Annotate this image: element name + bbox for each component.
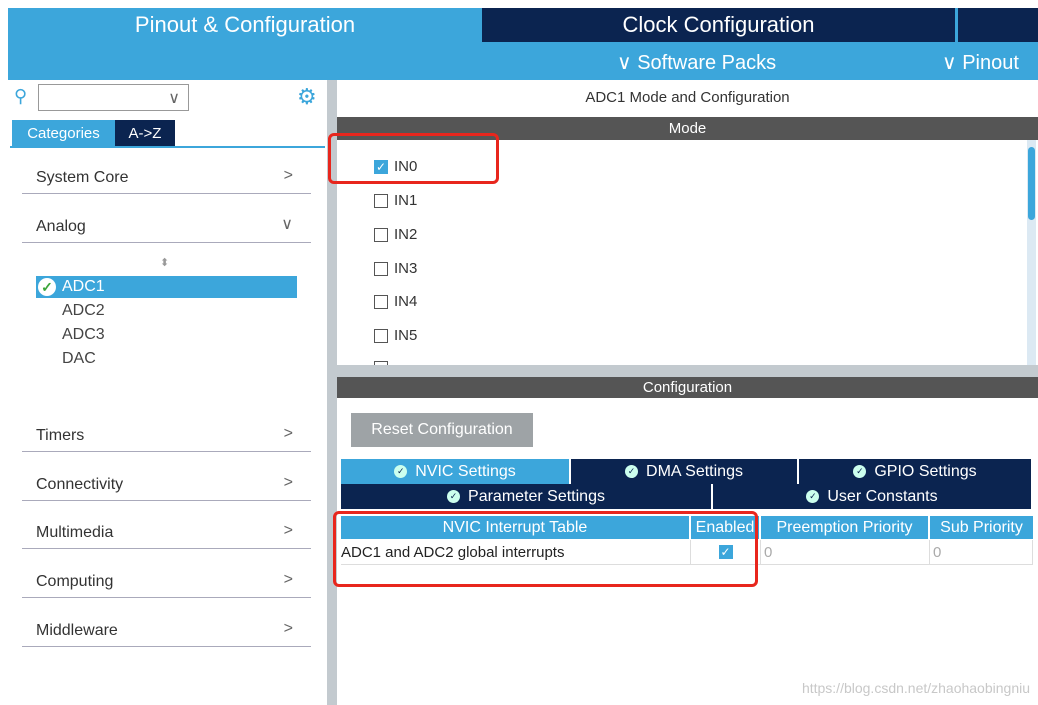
cell-preemption-priority[interactable]: 0 [761, 540, 930, 565]
tab-a-z[interactable]: A->Z [115, 120, 175, 146]
category-multimedia[interactable]: Multimedia > [22, 509, 311, 549]
chevron-right-icon: > [283, 425, 293, 442]
pinout-label: Pinout [962, 52, 1019, 74]
item-label: IN3 [394, 260, 418, 277]
checkbox-icon[interactable] [374, 228, 388, 243]
check-circle-icon: ✓ [38, 278, 56, 296]
chevron-down-icon: ∨ [617, 52, 632, 74]
section-splitter[interactable] [337, 365, 1038, 377]
item-label: IN4 [394, 293, 418, 310]
column-header-sub-priority[interactable]: Sub Priority [930, 516, 1033, 539]
search-icon: ⚲ [14, 86, 28, 106]
category-label: Analog [36, 218, 86, 235]
software-packs-menu[interactable]: ∨ Software Packs [617, 50, 776, 75]
chevron-down-icon: ∨ [168, 90, 180, 107]
category-label: Connectivity [36, 476, 124, 493]
annotation-highlight-nvic [333, 511, 758, 587]
checkbox-icon[interactable] [374, 194, 388, 209]
search-input[interactable]: ∨ [38, 84, 189, 111]
check-circle-icon: ✓ [394, 465, 408, 478]
tab-gpio-settings[interactable]: ✓ GPIO Settings [799, 459, 1031, 484]
check-circle-icon: ✓ [806, 490, 820, 503]
checkbox-icon[interactable] [374, 329, 388, 344]
gear-icon[interactable]: ⚙ [297, 84, 317, 110]
tab-label: GPIO Settings [874, 462, 977, 480]
tab-label: NVIC Settings [415, 462, 516, 480]
tab-nvic-settings[interactable]: ✓ NVIC Settings [341, 459, 571, 484]
item-label: IN5 [394, 327, 418, 344]
category-system-core[interactable]: System Core > [22, 154, 311, 194]
category-timers[interactable]: Timers > [22, 412, 311, 452]
chevron-right-icon: > [283, 571, 293, 588]
sort-icon[interactable]: ⬍ [160, 256, 169, 269]
category-connectivity[interactable]: Connectivity > [22, 461, 311, 501]
tab-categories[interactable]: Categories [12, 120, 115, 146]
column-header-preemption-priority[interactable]: Preemption Priority [761, 516, 930, 539]
scrollbar-thumb[interactable] [1028, 147, 1035, 220]
cell-sub-priority[interactable]: 0 [930, 540, 1033, 565]
chevron-down-icon: ∨ [942, 52, 957, 74]
mode-item-in2[interactable]: IN2 [374, 226, 417, 243]
analog-item-adc2[interactable]: ADC2 [62, 302, 105, 320]
analog-item-dac[interactable]: DAC [62, 350, 96, 368]
mode-item-in1[interactable]: IN1 [374, 192, 417, 209]
check-circle-icon: ✓ [853, 465, 867, 478]
checkbox-icon[interactable] [374, 262, 388, 277]
category-middleware[interactable]: Middleware > [22, 607, 311, 647]
tab-user-constants[interactable]: ✓ User Constants [713, 484, 1031, 509]
check-circle-icon: ✓ [447, 490, 461, 503]
page-title: ADC1 Mode and Configuration [585, 89, 790, 106]
category-label: Multimedia [36, 524, 114, 541]
reset-configuration-button[interactable]: Reset Configuration [351, 413, 533, 447]
item-label: IN1 [394, 192, 418, 209]
category-analog[interactable]: Analog ∨ [22, 203, 311, 243]
tab-pinout-configuration[interactable]: Pinout & Configuration [8, 8, 482, 42]
scrollbar[interactable] [1027, 140, 1036, 365]
analog-item-adc1[interactable]: ✓ ADC1 [36, 276, 297, 298]
item-label: IN2 [394, 226, 418, 243]
checkbox-icon[interactable] [374, 295, 388, 310]
category-label: System Core [36, 169, 129, 186]
category-computing[interactable]: Computing > [22, 558, 311, 598]
tab-extra[interactable] [956, 8, 1038, 42]
tab-label: Parameter Settings [468, 487, 605, 505]
category-label: Computing [36, 573, 114, 590]
chevron-right-icon: > [283, 620, 293, 637]
menu-bar [8, 42, 1038, 80]
check-circle-icon: ✓ [625, 465, 639, 478]
mode-item-in5[interactable]: IN5 [374, 327, 417, 344]
chevron-down-icon: ∨ [281, 216, 293, 233]
item-label: ADC1 [62, 278, 105, 295]
analog-item-adc3[interactable]: ADC3 [62, 326, 105, 344]
watermark: https://blog.csdn.net/zhaohaobingniu [801, 680, 1030, 696]
pinout-menu[interactable]: ∨ Pinout [942, 50, 1019, 75]
tab-label: DMA Settings [646, 462, 743, 480]
mode-item-in4[interactable]: IN4 [374, 293, 417, 310]
annotation-highlight-mode [328, 133, 499, 184]
tab-label: User Constants [827, 487, 938, 505]
configuration-header: Configuration [337, 377, 1038, 398]
config-tabs: ✓ NVIC Settings ✓ DMA Settings ✓ GPIO Setti… [341, 459, 1031, 509]
tab-parameter-settings[interactable]: ✓ Parameter Settings [341, 484, 713, 509]
category-label: Middleware [36, 622, 118, 639]
tab-clock-configuration[interactable]: Clock Configuration [482, 8, 955, 42]
chevron-right-icon: > [283, 522, 293, 539]
tab-underline [10, 146, 325, 148]
mode-item-in3[interactable]: IN3 [374, 260, 417, 277]
chevron-right-icon: > [283, 167, 293, 184]
software-packs-label: Software Packs [637, 52, 777, 74]
chevron-right-icon: > [283, 474, 293, 491]
tab-dma-settings[interactable]: ✓ DMA Settings [571, 459, 799, 484]
category-label: Timers [36, 427, 85, 444]
